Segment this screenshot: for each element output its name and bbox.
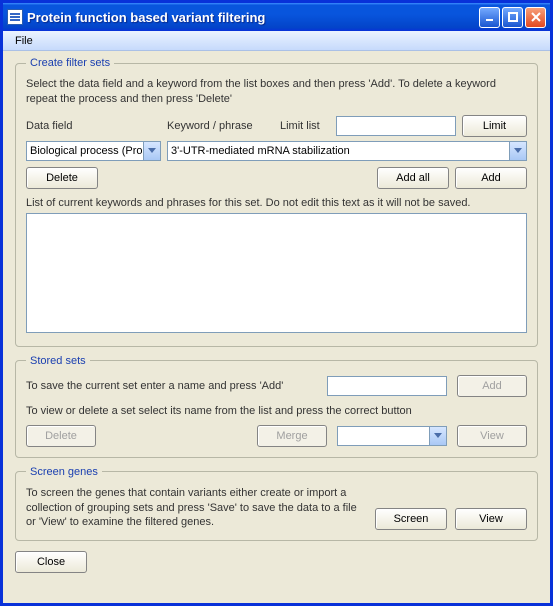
create-instructions: Select the data field and a keyword from…: [26, 77, 527, 107]
close-button[interactable]: [525, 7, 546, 28]
limit-list-input[interactable]: [336, 116, 456, 136]
keyword-list-label: List of current keywords and phrases for…: [26, 197, 527, 209]
keyword-select[interactable]: [167, 141, 527, 161]
menubar: File: [3, 31, 550, 51]
stored-save-instructions: To save the current set enter a name and…: [26, 380, 317, 392]
stored-set-select[interactable]: [337, 426, 447, 446]
stored-merge-button[interactable]: Merge: [257, 425, 327, 447]
add-all-button[interactable]: Add all: [377, 167, 449, 189]
stored-legend: Stored sets: [26, 355, 90, 367]
data-field-label: Data field: [26, 120, 161, 132]
delete-button[interactable]: Delete: [26, 167, 98, 189]
stored-add-button[interactable]: Add: [457, 375, 527, 397]
add-button[interactable]: Add: [455, 167, 527, 189]
maximize-button[interactable]: [502, 7, 523, 28]
screen-legend: Screen genes: [26, 466, 102, 478]
footer: Close: [15, 549, 538, 573]
limit-button[interactable]: Limit: [462, 115, 527, 137]
content-area: Create filter sets Select the data field…: [3, 51, 550, 603]
app-icon: [7, 9, 23, 25]
create-filter-sets-group: Create filter sets Select the data field…: [15, 57, 538, 347]
minimize-button[interactable]: [479, 7, 500, 28]
screen-button[interactable]: Screen: [375, 508, 447, 530]
keyword-label: Keyword / phrase: [167, 120, 274, 132]
window-title: Protein function based variant filtering: [27, 10, 479, 25]
titlebar: Protein function based variant filtering: [3, 3, 550, 31]
screen-view-button[interactable]: View: [455, 508, 527, 530]
stored-delete-button[interactable]: Delete: [26, 425, 96, 447]
stored-name-input[interactable]: [327, 376, 447, 396]
menu-file[interactable]: File: [9, 33, 39, 49]
stored-sets-group: Stored sets To save the current set ente…: [15, 355, 538, 458]
screen-genes-group: Screen genes To screen the genes that co…: [15, 466, 538, 542]
window: Protein function based variant filtering…: [0, 0, 553, 606]
screen-instructions: To screen the genes that contain variant…: [26, 486, 367, 531]
stored-view-button[interactable]: View: [457, 425, 527, 447]
titlebar-buttons: [479, 7, 546, 28]
data-field-select[interactable]: [26, 141, 161, 161]
limit-list-label: Limit list: [280, 120, 330, 132]
keyword-list-textarea[interactable]: [26, 213, 527, 333]
create-legend: Create filter sets: [26, 57, 114, 69]
stored-view-instructions: To view or delete a set select its name …: [26, 405, 527, 417]
close-dialog-button[interactable]: Close: [15, 551, 87, 573]
